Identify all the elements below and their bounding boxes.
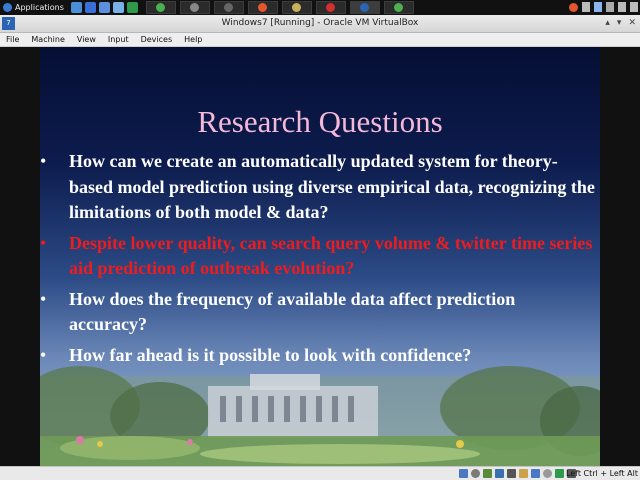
launcher-bar <box>70 2 138 13</box>
browser-icon[interactable] <box>84 2 96 13</box>
device-indicators <box>459 469 576 478</box>
chrome-icon <box>394 3 404 12</box>
bluetooth-icon[interactable] <box>606 2 614 12</box>
virtualbox-icon <box>360 3 370 12</box>
task-terminal[interactable] <box>213 1 244 14</box>
menu-view[interactable]: View <box>77 35 96 44</box>
system-tray <box>569 2 638 12</box>
guest-display[interactable]: Research Questions • How can we create a… <box>0 47 640 466</box>
bullet-list: • How can we create an automatically upd… <box>40 149 600 373</box>
bullet-text: How does the frequency of available data… <box>69 288 516 335</box>
vm-status-bar: Left Ctrl + Left Alt <box>0 466 640 480</box>
chrome-icon <box>258 3 268 12</box>
menu-help[interactable]: Help <box>184 35 202 44</box>
menu-devices[interactable]: Devices <box>141 35 173 44</box>
chrome-icon[interactable] <box>569 2 578 12</box>
applications-label: Applications <box>15 3 64 12</box>
terminal-icon[interactable] <box>126 2 138 13</box>
menu-file[interactable]: File <box>6 35 19 44</box>
bullet-symbol: • <box>40 288 47 309</box>
task-folder[interactable] <box>281 1 312 14</box>
bullet-text: Despite lower quality, can search query … <box>69 232 593 279</box>
minimize-icon[interactable]: ▴ <box>605 18 610 28</box>
menu-input[interactable]: Input <box>108 35 129 44</box>
audio-icon[interactable] <box>483 469 492 478</box>
network-icon[interactable] <box>582 2 590 12</box>
host-key-indicator: Left Ctrl + Left Alt <box>565 469 638 478</box>
host-top-panel: Applications <box>0 0 640 15</box>
task-chrome[interactable] <box>145 1 176 14</box>
bullet-symbol: • <box>40 151 47 171</box>
power-icon[interactable] <box>630 2 638 12</box>
display-icon[interactable] <box>531 469 540 478</box>
applications-menu-button[interactable]: Applications <box>0 0 67 15</box>
dropbox-icon[interactable] <box>594 2 602 12</box>
folder-icon <box>292 3 302 12</box>
slide-title: Research Questions <box>197 104 443 139</box>
mouse-integration-icon[interactable] <box>555 469 564 478</box>
window-titlebar[interactable]: 7 Windows7 [Running] - Oracle VM Virtual… <box>0 15 640 33</box>
bullet-item: • How can we create an automatically upd… <box>40 149 600 226</box>
bullet-symbol: • <box>40 344 47 365</box>
task-chrome-2[interactable] <box>247 1 278 14</box>
file-manager-icon[interactable] <box>70 2 82 13</box>
bullet-item-highlighted: • Despite lower quality, can search quer… <box>40 231 600 282</box>
bluetooth-icon[interactable] <box>98 2 110 13</box>
optical-drive-icon[interactable] <box>471 469 480 478</box>
task-virtualbox[interactable] <box>349 1 380 14</box>
window-controls: ▴ ▾ ✕ <box>605 18 636 28</box>
maximize-icon[interactable]: ▾ <box>617 18 622 28</box>
bullet-text: How can we create an automatically updat… <box>69 151 595 222</box>
bullet-symbol: • <box>40 232 47 253</box>
window-icon <box>190 3 200 12</box>
menu-machine[interactable]: Machine <box>31 35 65 44</box>
hard-disk-icon[interactable] <box>459 469 468 478</box>
taskbar <box>145 1 414 14</box>
text-editor-icon[interactable] <box>112 2 124 13</box>
applications-logo-icon <box>3 3 12 12</box>
usb-icon[interactable] <box>507 469 516 478</box>
presentation-slide: Research Questions • How can we create a… <box>40 47 600 466</box>
close-icon[interactable]: ✕ <box>628 18 636 28</box>
terminal-icon <box>224 3 234 12</box>
network-adapter-icon[interactable] <box>495 469 504 478</box>
task-document[interactable] <box>315 1 346 14</box>
task-chrome-3[interactable] <box>383 1 414 14</box>
volume-icon[interactable] <box>618 2 626 12</box>
document-icon <box>326 3 336 12</box>
bullet-text: How far ahead is it possible to look wit… <box>69 344 472 365</box>
chrome-icon <box>156 3 166 12</box>
task-window[interactable] <box>179 1 210 14</box>
recording-icon[interactable] <box>543 469 552 478</box>
shared-folders-icon[interactable] <box>519 469 528 478</box>
bullet-item: • How does the frequency of available da… <box>40 287 600 338</box>
bullet-item: • How far ahead is it possible to look w… <box>40 343 600 369</box>
menu-bar: File Machine View Input Devices Help <box>0 33 640 47</box>
window-title: Windows7 [Running] - Oracle VM VirtualBo… <box>221 18 419 28</box>
